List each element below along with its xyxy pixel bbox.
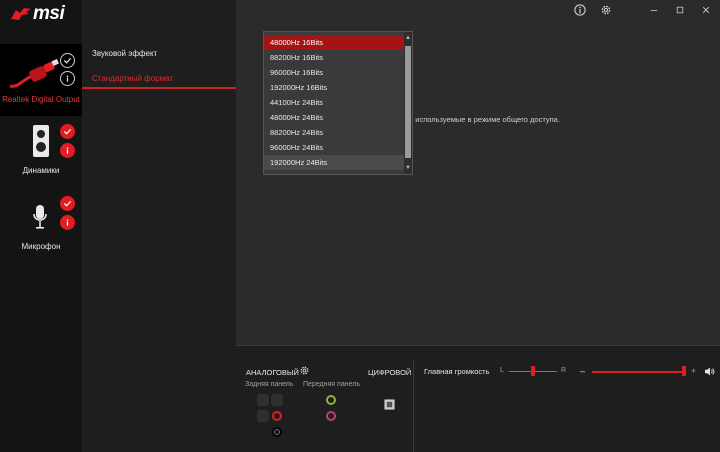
volume-plus-button[interactable]: + — [691, 366, 696, 376]
rear-jack-black[interactable] — [272, 427, 282, 437]
bottom-divider — [413, 360, 414, 452]
settings-tabs: Звуковой эффект Стандартный формат — [82, 0, 236, 452]
format-option[interactable]: 48000Hz 24Bits — [264, 110, 405, 125]
rear-jack[interactable] — [257, 394, 269, 406]
rear-jack-red[interactable] — [272, 411, 282, 421]
brand-name: msi — [33, 3, 65, 24]
device-info-badge[interactable] — [60, 215, 75, 230]
format-option[interactable]: 44100Hz 24Bits — [264, 95, 405, 110]
balance-left-label: L — [500, 367, 504, 374]
device-realtek-digital-output[interactable]: Realtek Digital Output — [0, 44, 82, 116]
scroll-down-arrow-icon[interactable]: ▼ — [404, 164, 412, 172]
format-option[interactable]: 48000Hz 16Bits — [264, 35, 405, 50]
front-jack-green[interactable] — [326, 395, 336, 405]
device-label: Микрофон — [21, 242, 61, 251]
speaker-icon — [33, 125, 49, 157]
device-label: Realtek Digital Output — [2, 95, 80, 104]
device-microphone[interactable]: Микрофон — [0, 194, 82, 260]
spdif-port-icon[interactable] — [384, 399, 395, 410]
balance-right-label: R — [561, 367, 567, 374]
minimize-icon — [650, 10, 658, 11]
format-option[interactable]: 96000Hz 16Bits — [264, 65, 405, 80]
balance-slider-knob[interactable] — [531, 366, 535, 376]
device-panel: msi Realtek Digital Output Динамики Микр… — [0, 0, 82, 452]
settings-button[interactable] — [598, 3, 614, 17]
format-description: сть, используемые в режиме общего доступ… — [400, 115, 560, 124]
enabled-check-badge[interactable] — [60, 53, 75, 68]
tab-default-format[interactable]: Стандартный формат — [92, 74, 173, 83]
close-icon — [702, 6, 710, 14]
rear-jack[interactable] — [271, 394, 283, 406]
microphone-icon — [33, 205, 47, 229]
volume-slider-fill[interactable] — [592, 371, 684, 373]
check-icon — [63, 200, 72, 207]
close-button[interactable] — [698, 3, 714, 17]
check-icon — [63, 128, 72, 135]
info-icon — [66, 219, 69, 226]
info-icon — [66, 75, 69, 82]
volume-minus-button[interactable]: – — [580, 366, 585, 376]
info-circle-icon — [574, 4, 586, 16]
speaker-volume-icon[interactable] — [704, 367, 715, 376]
rear-jack[interactable] — [257, 410, 269, 422]
gear-icon — [601, 5, 611, 15]
digital-cable-icon — [9, 58, 59, 88]
digital-label: ЦИФРОВОЙ — [368, 368, 412, 377]
format-dropdown-list[interactable]: 48000Hz 16Bits 88200Hz 16Bits 96000Hz 16… — [263, 31, 413, 175]
device-speakers[interactable]: Динамики — [0, 118, 82, 184]
format-option[interactable]: 96000Hz 24Bits — [264, 140, 405, 155]
info-button[interactable] — [572, 3, 588, 17]
master-volume-label: Главная громкость — [424, 367, 490, 376]
dropdown-scrollbar[interactable]: ▲ ▼ — [404, 32, 412, 174]
front-jack-pink[interactable] — [326, 411, 336, 421]
bottom-bar: АНАЛОГОВЫЙ ЦИФРОВОЙ Задняя панель Передн… — [236, 345, 720, 452]
enabled-check-badge[interactable] — [60, 124, 75, 139]
minimize-button[interactable] — [646, 3, 662, 17]
format-option[interactable]: 88200Hz 16Bits — [264, 50, 405, 65]
msi-logo: msi — [0, 0, 82, 30]
tab-sound-effect[interactable]: Звуковой эффект — [92, 49, 157, 58]
scrollbar-thumb[interactable] — [405, 46, 411, 158]
volume-slider-knob[interactable] — [682, 366, 686, 376]
enabled-check-badge[interactable] — [60, 196, 75, 211]
maximize-button[interactable] — [672, 3, 688, 17]
device-info-badge[interactable] — [60, 143, 75, 158]
analog-label: АНАЛОГОВЫЙ — [246, 368, 299, 377]
scroll-up-arrow-icon[interactable]: ▲ — [404, 34, 412, 42]
app-window: msi Realtek Digital Output Динамики Микр… — [0, 0, 720, 452]
front-panel-label: Передняя панель — [303, 381, 360, 388]
format-option[interactable]: 88200Hz 24Bits — [264, 125, 405, 140]
analog-settings-gear-icon[interactable] — [299, 365, 310, 376]
msi-dragon-icon — [11, 8, 31, 20]
device-info-badge[interactable] — [60, 71, 75, 86]
rear-panel-label: Задняя панель — [245, 381, 294, 388]
maximize-icon — [676, 6, 684, 14]
check-icon — [63, 57, 72, 64]
active-tab-indicator — [82, 87, 236, 89]
device-label: Динамики — [22, 166, 60, 175]
format-option[interactable]: 192000Hz 16Bits — [264, 80, 405, 95]
format-option[interactable]: 192000Hz 24Bits — [264, 155, 405, 170]
info-icon — [66, 147, 69, 154]
